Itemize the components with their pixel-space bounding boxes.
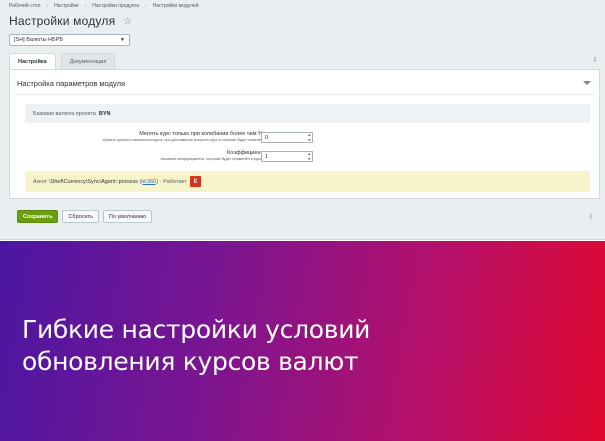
pin-icon[interactable]: ⇩: [592, 56, 598, 64]
stepper-arrows-icon[interactable]: ▲ ▼: [308, 133, 311, 142]
banner-line-2: обновления курсов валют: [22, 347, 359, 376]
pin-icon[interactable]: ⇩: [588, 213, 594, 221]
agent-status-box: Агент \Shef\Currency\Sync\Agent::process…: [25, 171, 590, 192]
pause-icon: II: [193, 178, 197, 185]
admin-area: Рабочий стол › Настройки › Настройки про…: [0, 0, 605, 240]
threshold-label: Менять курс только при колебании более ч…: [139, 131, 263, 137]
coefficient-label-group: Коэффициент Указание коэффициента, котор…: [160, 150, 263, 161]
coefficient-label: Коэффициент: [226, 150, 263, 156]
threshold-value: 0: [265, 134, 269, 141]
agent-prefix: Агент: [33, 178, 48, 185]
breadcrumb-item-product-settings[interactable]: Настройки продукта: [92, 3, 139, 9]
threshold-label-group: Менять курс только при колебании более ч…: [102, 131, 263, 142]
save-button[interactable]: Сохранить: [17, 210, 59, 223]
tab-bar: Настройка Документация: [9, 53, 120, 69]
panel-header: Настройка параметров модуля: [17, 79, 126, 88]
agent-name: \Shef\Currency\Sync\Agent::process: [49, 178, 138, 185]
settings-panel: Настройка параметров модуля Базовая валю…: [9, 69, 600, 199]
breadcrumb-separator-icon: ›: [84, 3, 87, 9]
breadcrumb: Рабочий стол › Настройки › Настройки про…: [9, 3, 199, 9]
agent-status: - Работает: [159, 178, 187, 185]
stepper-arrows-icon[interactable]: ▲ ▼: [308, 152, 311, 161]
title-row: Настройки модуля ☆: [9, 14, 132, 28]
page-title: Настройки модуля: [9, 14, 116, 28]
breadcrumb-item-desktop[interactable]: Рабочий стол: [9, 3, 40, 9]
coefficient-value: 1: [265, 153, 269, 160]
breadcrumb-separator-icon: ›: [46, 3, 49, 9]
tab-settings[interactable]: Настройка: [9, 53, 56, 69]
base-currency-label: Базовая валюта проекта: [33, 110, 96, 117]
form-buttons: Сохранить Сбросить По умолчанию: [17, 210, 156, 223]
tab-documentation[interactable]: Документация: [60, 53, 116, 69]
base-currency-value: BYN: [98, 110, 111, 117]
base-currency-row: Базовая валюта проекта BYN: [25, 104, 590, 123]
panel-divider: [15, 94, 594, 95]
breadcrumb-item-module-settings[interactable]: Настройки модулей: [153, 3, 199, 9]
coefficient-hint: Указание коэффициента, который будет при…: [160, 157, 263, 161]
pause-button[interactable]: II: [189, 176, 201, 187]
collapse-caret-icon[interactable]: [583, 81, 591, 85]
agent-id-link[interactable]: [id:360]: [140, 179, 158, 185]
breadcrumb-separator-icon: ›: [145, 3, 147, 9]
chevron-down-icon: ▼: [120, 37, 125, 43]
banner-line-1: Гибкие настройки условий: [22, 315, 371, 344]
reset-button[interactable]: Сбросить: [62, 210, 99, 223]
threshold-hint: Указать процент изменения курса, при дос…: [102, 138, 263, 142]
defaults-button[interactable]: По умолчанию: [102, 210, 153, 223]
star-icon[interactable]: ☆: [123, 16, 132, 27]
threshold-stepper[interactable]: 0 ▲ ▼: [261, 132, 313, 143]
module-select-value: [SH] Валюты НБРБ: [14, 37, 64, 43]
breadcrumb-item-settings[interactable]: Настройки: [54, 3, 79, 9]
module-select[interactable]: [SH] Валюты НБРБ ▼: [9, 34, 130, 46]
coefficient-stepper[interactable]: 1 ▲ ▼: [261, 151, 313, 162]
promo-banner: Гибкие настройки условий обновления курс…: [0, 241, 605, 441]
